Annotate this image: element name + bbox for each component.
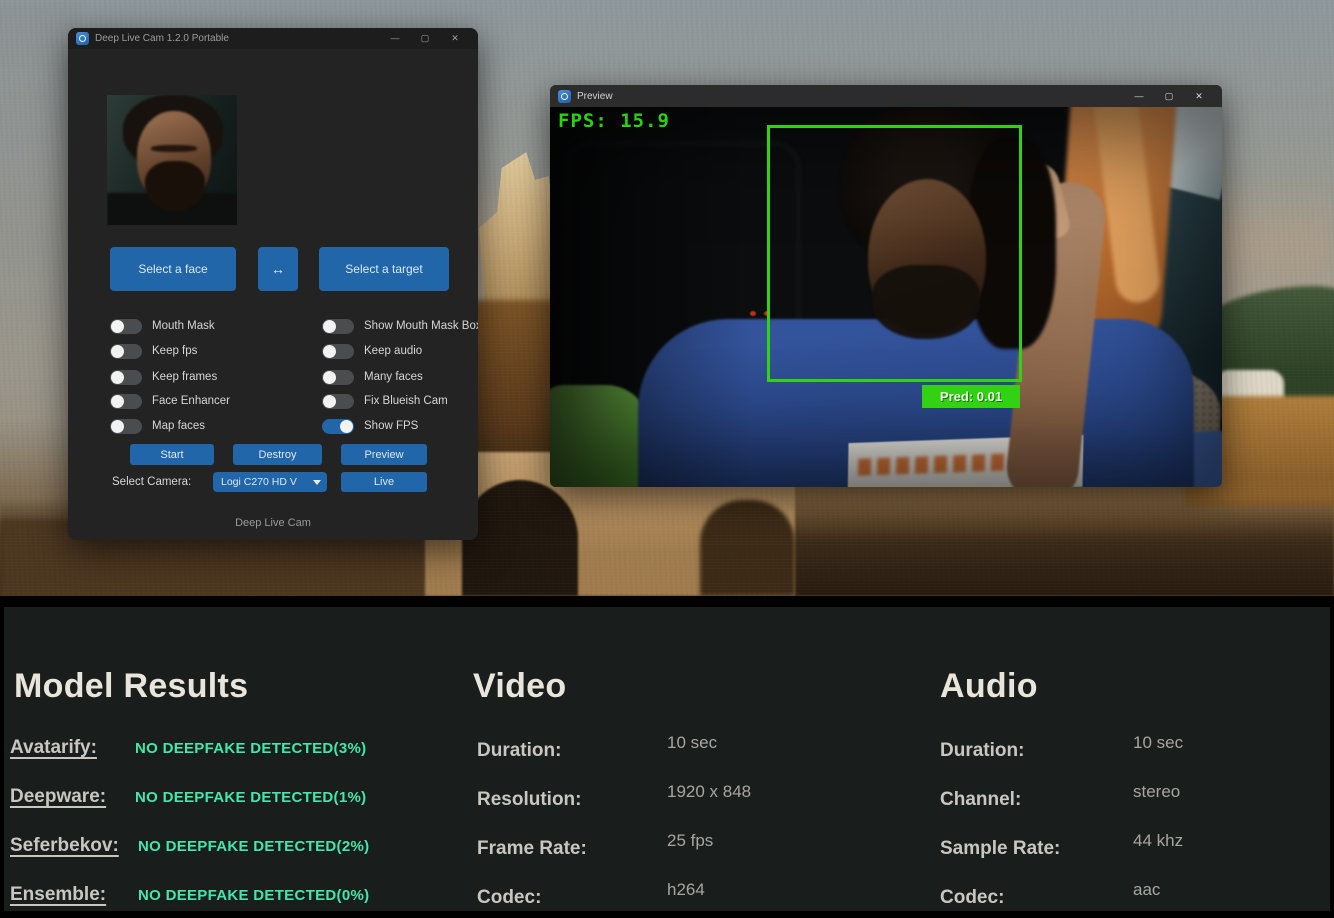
select-target-button[interactable]: Select a target — [319, 247, 449, 291]
start-button[interactable]: Start — [130, 444, 214, 465]
model-row-value: NO DEEPFAKE DETECTED(3%) — [135, 740, 366, 757]
video-row-value: 1920 x 848 — [667, 782, 751, 802]
show-mouth-mask-box-label: Show Mouth Mask Box — [364, 320, 478, 332]
preview-maximize-icon[interactable]: ▢ — [1154, 85, 1184, 107]
video-row-value: 10 sec — [667, 733, 717, 753]
video-row-value: 25 fps — [667, 831, 713, 851]
preview-window: Preview — ▢ ✕ — [550, 85, 1222, 487]
audio-heading: Audio — [940, 667, 1038, 706]
audio-row-value: 44 khz — [1133, 831, 1183, 851]
main-window-titlebar[interactable]: Deep Live Cam 1.2.0 Portable — ▢ ✕ — [68, 28, 478, 49]
map-faces-toggle[interactable] — [110, 419, 142, 434]
audio-row-label: Codec: — [940, 887, 1004, 909]
face-detection-box — [767, 125, 1022, 382]
face-enhancer-toggle[interactable] — [110, 394, 142, 409]
results-panel: Model Results Video Audio Avatarify: NO … — [4, 607, 1330, 911]
preview-close-icon[interactable]: ✕ — [1184, 85, 1214, 107]
camera-select-value: Logi C270 HD V — [221, 476, 297, 488]
video-heading: Video — [473, 667, 566, 706]
video-row-label: Duration: — [477, 740, 561, 762]
show-mouth-mask-box-toggle[interactable] — [322, 319, 354, 334]
show-fps-toggle[interactable] — [322, 419, 354, 434]
face-image-brow — [151, 145, 197, 152]
preview-window-titlebar[interactable]: Preview — ▢ ✕ — [550, 85, 1222, 107]
keep-frames-toggle[interactable] — [110, 370, 142, 385]
map-faces-label: Map faces — [152, 420, 205, 432]
mouth-mask-toggle[interactable] — [110, 319, 142, 334]
keep-frames-label: Keep frames — [152, 371, 217, 383]
audio-row-value: aac — [1133, 880, 1160, 900]
select-camera-label: Select Camera: — [112, 476, 191, 488]
model-row-value: NO DEEPFAKE DETECTED(2%) — [138, 838, 369, 855]
maximize-icon[interactable]: ▢ — [410, 28, 440, 49]
fix-blueish-cam-label: Fix Blueish Cam — [364, 395, 448, 407]
keep-fps-toggle[interactable] — [110, 344, 142, 359]
audio-row-label: Sample Rate: — [940, 838, 1060, 860]
main-window-title: Deep Live Cam 1.2.0 Portable — [95, 33, 229, 44]
prediction-badge: Pred: 0.01 — [922, 385, 1020, 408]
model-row-label[interactable]: Deepware: — [10, 786, 106, 808]
fps-counter: FPS: 15.9 — [558, 110, 670, 132]
deep-live-cam-window: Deep Live Cam 1.2.0 Portable — ▢ ✕ Selec… — [68, 28, 478, 540]
video-row-label: Frame Rate: — [477, 838, 587, 860]
app-footer-label: Deep Live Cam — [68, 517, 478, 529]
model-row-label[interactable]: Avatarify: — [10, 737, 97, 759]
swap-faces-button[interactable]: ↔ — [258, 247, 298, 291]
many-faces-toggle[interactable] — [322, 370, 354, 385]
model-row-label[interactable]: Ensemble: — [10, 884, 106, 906]
audio-row-label: Duration: — [940, 740, 1024, 762]
model-row-value: NO DEEPFAKE DETECTED(1%) — [135, 789, 366, 806]
selected-face-image — [107, 95, 237, 225]
camera-select-dropdown[interactable]: Logi C270 HD V — [213, 472, 327, 492]
video-row-value: h264 — [667, 880, 705, 900]
model-row-value: NO DEEPFAKE DETECTED(0%) — [138, 887, 369, 904]
many-faces-label: Many faces — [364, 371, 423, 383]
model-row-label[interactable]: Seferbekov: — [10, 835, 119, 857]
fix-blueish-cam-toggle[interactable] — [322, 394, 354, 409]
audio-row-label: Channel: — [940, 789, 1021, 811]
minimize-icon[interactable]: — — [380, 28, 410, 49]
video-row-label: Resolution: — [477, 789, 582, 811]
mouth-mask-label: Mouth Mask — [152, 320, 215, 332]
keep-audio-label: Keep audio — [364, 345, 422, 357]
destroy-button[interactable]: Destroy — [233, 444, 322, 465]
app-icon — [76, 32, 89, 45]
face-enhancer-label: Face Enhancer — [152, 395, 230, 407]
screen: Deep Live Cam 1.2.0 Portable — ▢ ✕ Selec… — [0, 0, 1334, 918]
preview-window-title: Preview — [577, 91, 613, 102]
keep-audio-toggle[interactable] — [322, 344, 354, 359]
select-face-button[interactable]: Select a face — [110, 247, 236, 291]
preview-button[interactable]: Preview — [341, 444, 427, 465]
video-row-label: Codec: — [477, 887, 541, 909]
audio-row-value: 10 sec — [1133, 733, 1183, 753]
webcam-feed: FPS: 15.9 Pred: 0.01 — [550, 107, 1222, 487]
preview-minimize-icon[interactable]: — — [1124, 85, 1154, 107]
audio-row-value: stereo — [1133, 782, 1180, 802]
preview-app-icon — [558, 90, 571, 103]
model-results-heading: Model Results — [14, 667, 248, 706]
keep-fps-label: Keep fps — [152, 345, 197, 357]
live-button[interactable]: Live — [341, 472, 427, 492]
face-image-beard — [145, 161, 205, 211]
show-fps-label: Show FPS — [364, 420, 418, 432]
chevron-down-icon — [313, 480, 321, 485]
close-icon[interactable]: ✕ — [440, 28, 470, 49]
